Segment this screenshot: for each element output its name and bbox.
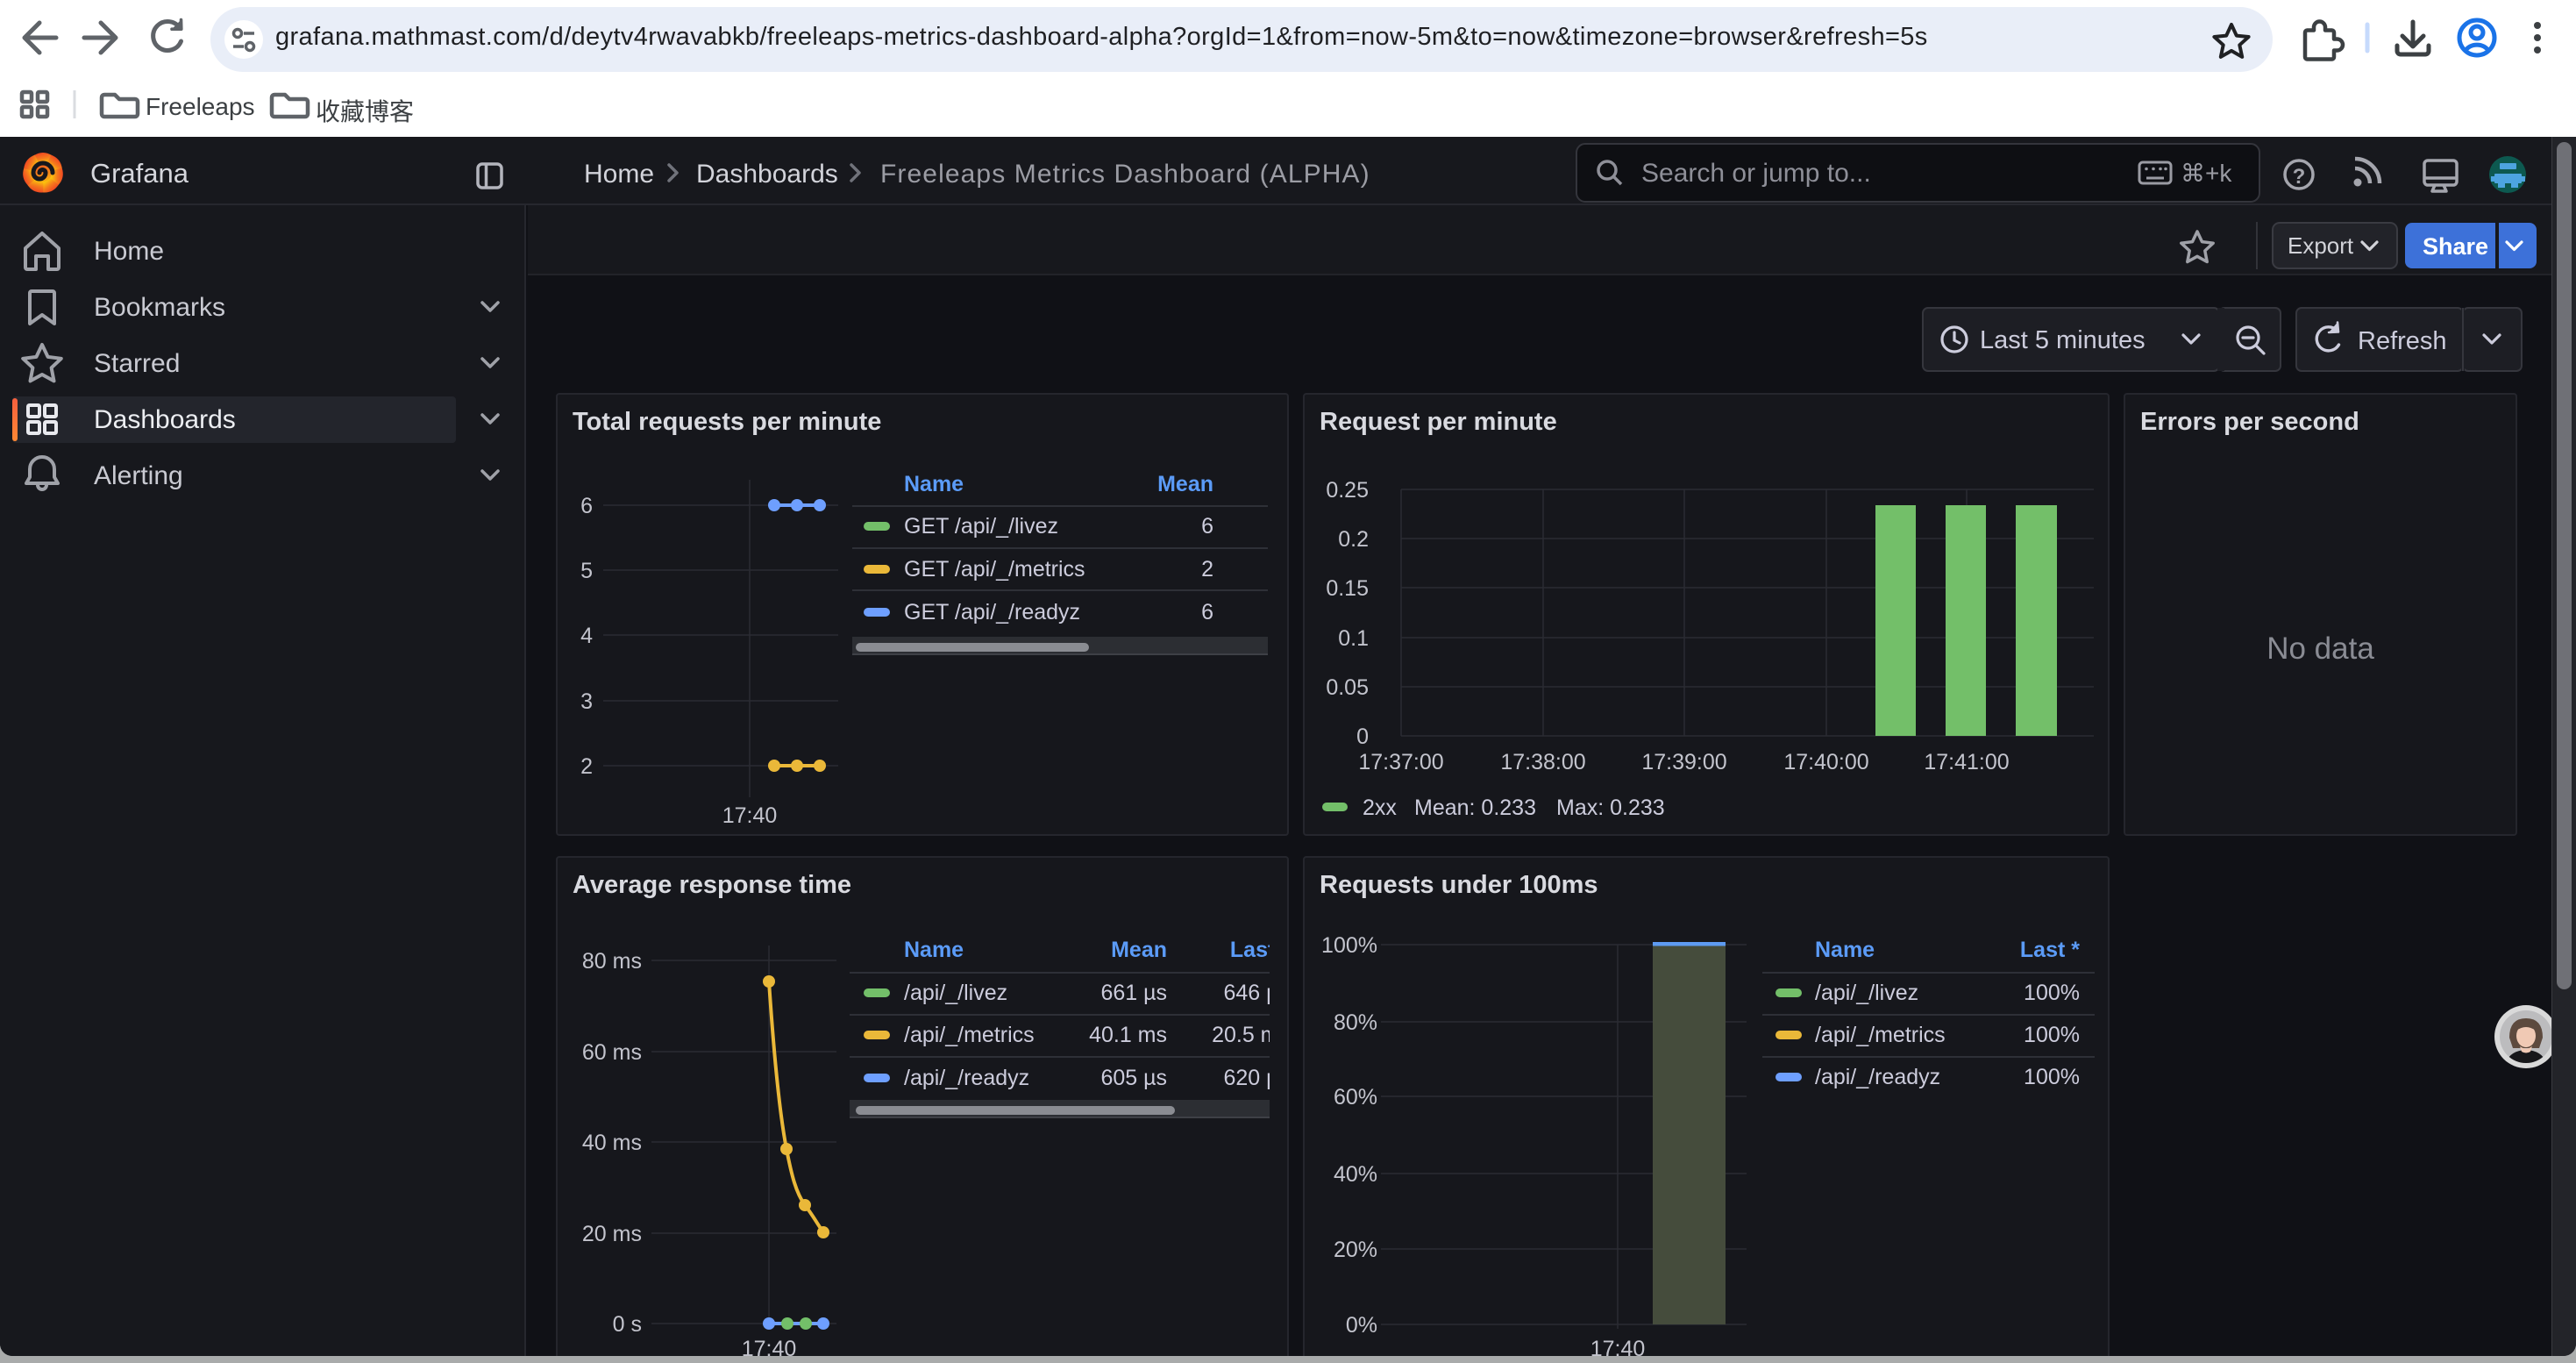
svg-text:20 ms: 20 ms: [582, 1222, 642, 1246]
svg-text:2xx: 2xx: [1363, 796, 1397, 820]
svg-text:?: ?: [2293, 165, 2306, 189]
svg-text:Home: Home: [94, 237, 164, 266]
svg-text:Home: Home: [584, 160, 654, 189]
svg-text:80 ms: 80 ms: [582, 949, 642, 974]
svg-text:0.1: 0.1: [1338, 626, 1369, 651]
svg-text:0.25: 0.25: [1326, 478, 1369, 503]
svg-text:Alerting: Alerting: [94, 461, 183, 490]
svg-text:Search or jump to...: Search or jump to...: [1641, 159, 1871, 188]
svg-text:Dashboards: Dashboards: [94, 405, 236, 434]
svg-text:17:37:00: 17:37:00: [1358, 750, 1443, 774]
svg-text:Refresh: Refresh: [2358, 327, 2447, 355]
svg-text:Last 5 minutes: Last 5 minutes: [1980, 326, 2145, 354]
svg-text:0.05: 0.05: [1326, 675, 1369, 700]
svg-text:Starred: Starred: [94, 349, 180, 378]
svg-text:17:38:00: 17:38:00: [1500, 750, 1585, 774]
svg-text:3: 3: [580, 689, 593, 714]
svg-text:2: 2: [580, 754, 593, 779]
svg-text:17:40: 17:40: [742, 1337, 797, 1356]
svg-text:60 ms: 60 ms: [582, 1040, 642, 1065]
svg-text:0.15: 0.15: [1326, 576, 1369, 601]
svg-text:20%: 20%: [1334, 1238, 1377, 1262]
svg-text:17:40: 17:40: [1590, 1337, 1646, 1356]
svg-text:80%: 80%: [1334, 1010, 1377, 1035]
svg-text:0 s: 0 s: [613, 1312, 642, 1337]
svg-text:0%: 0%: [1346, 1313, 1377, 1338]
svg-text:40%: 40%: [1334, 1162, 1377, 1187]
svg-text:6: 6: [580, 494, 593, 518]
svg-text:5: 5: [580, 559, 593, 583]
svg-text:17:40:00: 17:40:00: [1783, 750, 1868, 774]
svg-text:17:41:00: 17:41:00: [1924, 750, 2009, 774]
svg-text:Export: Export: [2288, 232, 2354, 259]
svg-text:17:40: 17:40: [722, 803, 778, 828]
svg-text:Mean: 0.233: Mean: 0.233: [1414, 796, 1536, 820]
svg-text:Grafana: Grafana: [90, 158, 189, 189]
svg-text:Bookmarks: Bookmarks: [94, 293, 225, 322]
svg-text:60%: 60%: [1334, 1085, 1377, 1110]
svg-text:0: 0: [1356, 724, 1369, 749]
svg-text:0.2: 0.2: [1338, 527, 1369, 552]
svg-text:Max: 0.233: Max: 0.233: [1556, 796, 1665, 820]
svg-text:40 ms: 40 ms: [582, 1131, 642, 1155]
svg-text:17:39:00: 17:39:00: [1641, 750, 1726, 774]
svg-text:100%: 100%: [1321, 933, 1377, 958]
svg-text:Freeleaps Metrics Dashboard (A: Freeleaps Metrics Dashboard (ALPHA): [880, 160, 1370, 189]
svg-text:⌘+k: ⌘+k: [2181, 160, 2232, 187]
svg-text:Share: Share: [2423, 233, 2488, 260]
svg-text:Dashboards: Dashboards: [696, 160, 838, 189]
svg-text:4: 4: [580, 624, 593, 648]
